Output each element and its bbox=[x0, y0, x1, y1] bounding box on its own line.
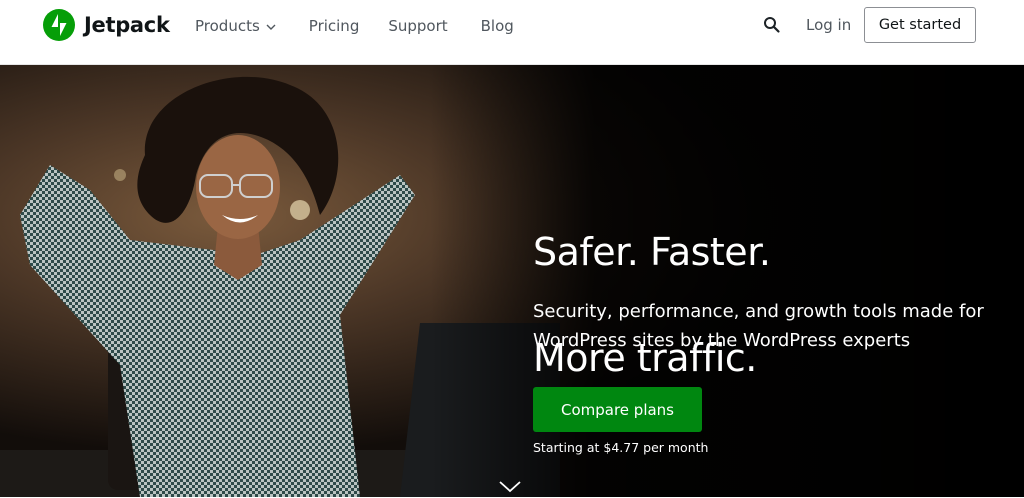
get-started-button[interactable]: Get started bbox=[864, 7, 976, 43]
nav-blog[interactable]: Blog bbox=[481, 16, 514, 36]
brand-name: Jetpack bbox=[84, 13, 170, 37]
scroll-down-chevron-icon[interactable] bbox=[498, 479, 522, 493]
site-header: Jetpack Products Pricing Support Blog Lo… bbox=[0, 0, 1024, 65]
nav-products[interactable]: Products bbox=[195, 16, 276, 36]
login-link[interactable]: Log in bbox=[806, 16, 851, 34]
jetpack-logo[interactable]: Jetpack bbox=[43, 9, 170, 41]
chevron-down-icon bbox=[266, 17, 276, 35]
search-icon[interactable] bbox=[763, 16, 781, 34]
nav-support[interactable]: Support bbox=[388, 16, 447, 36]
nav-pricing[interactable]: Pricing bbox=[309, 16, 360, 36]
main-nav: Products Pricing Support Blog bbox=[195, 16, 514, 36]
hero-title-line-1: Safer. Faster. bbox=[533, 230, 771, 274]
nav-products-label: Products bbox=[195, 17, 260, 35]
hero-section: Safer. Faster. More traffic. Security, p… bbox=[0, 65, 1024, 497]
hero-photo bbox=[0, 65, 1024, 497]
jetpack-bolt-icon bbox=[43, 9, 75, 41]
compare-plans-button[interactable]: Compare plans bbox=[533, 387, 702, 432]
hero-subtitle: Security, performance, and growth tools … bbox=[533, 301, 984, 351]
price-note: Starting at $4.77 per month bbox=[533, 440, 709, 455]
